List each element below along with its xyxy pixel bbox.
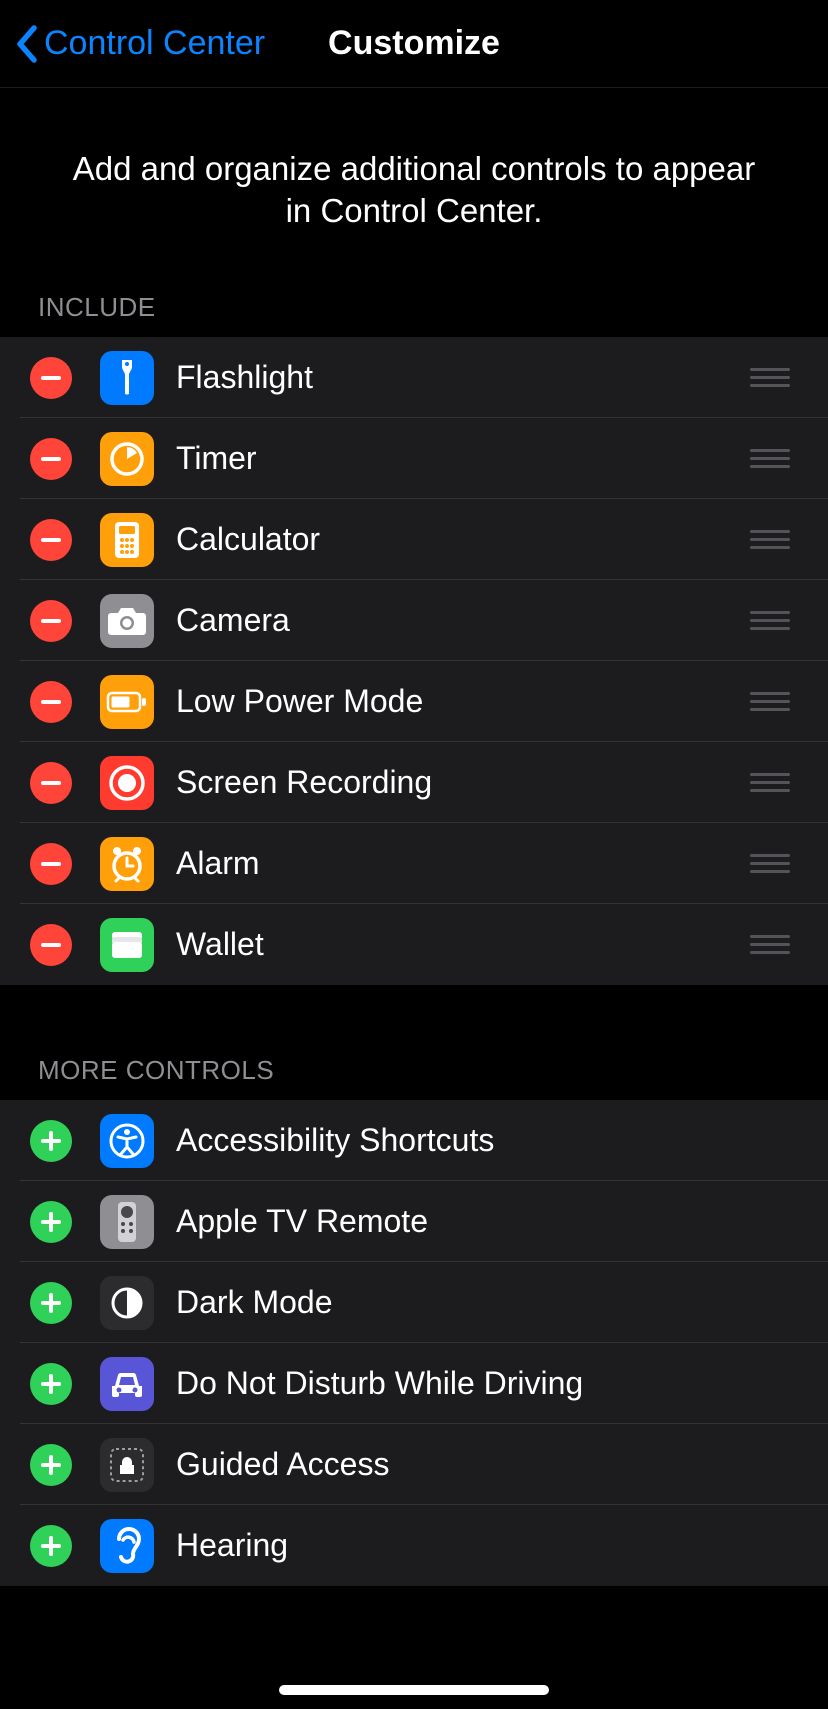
row-label: Dark Mode [176,1284,828,1321]
include-row-alarm: Alarm [0,823,828,904]
more-row-hearing: Hearing [0,1505,828,1586]
row-label: Low Power Mode [176,683,750,720]
row-label: Timer [176,440,750,477]
drag-handle[interactable] [750,611,790,630]
drag-handle[interactable] [750,530,790,549]
accessibility-shortcuts-icon [100,1114,154,1168]
navbar: Control Center Customize [0,0,828,88]
include-row-low-power-mode: Low Power Mode [0,661,828,742]
drag-handle[interactable] [750,854,790,873]
dnd-while-driving-icon [100,1357,154,1411]
row-label: Screen Recording [176,764,750,801]
add-button-apple-tv-remote[interactable] [30,1201,72,1243]
include-row-calculator: Calculator [0,499,828,580]
include-row-wallet: Wallet [0,904,828,985]
include-row-timer: Timer [0,418,828,499]
add-button-accessibility-shortcuts[interactable] [30,1120,72,1162]
add-button-guided-access[interactable] [30,1444,72,1486]
apple-tv-remote-icon [100,1195,154,1249]
include-header: Include [0,292,828,337]
hearing-icon [100,1519,154,1573]
add-button-dnd-while-driving[interactable] [30,1363,72,1405]
add-button-dark-mode[interactable] [30,1282,72,1324]
back-button[interactable]: Control Center [14,24,265,64]
wallet-icon [100,918,154,972]
remove-button-camera[interactable] [30,600,72,642]
row-label: Accessibility Shortcuts [176,1122,828,1159]
description-text: Add and organize additional controls to … [0,88,828,292]
more-header: More Controls [0,1055,828,1100]
plus-icon [41,1293,61,1313]
add-button-hearing[interactable] [30,1525,72,1567]
row-label: Flashlight [176,359,750,396]
row-label: Calculator [176,521,750,558]
minus-icon [41,943,61,947]
minus-icon [41,862,61,866]
row-label: Do Not Disturb While Driving [176,1365,828,1402]
camera-icon [100,594,154,648]
include-row-flashlight: Flashlight [0,337,828,418]
plus-icon [41,1536,61,1556]
remove-button-timer[interactable] [30,438,72,480]
row-label: Wallet [176,926,750,963]
include-row-camera: Camera [0,580,828,661]
remove-button-low-power-mode[interactable] [30,681,72,723]
drag-handle[interactable] [750,368,790,387]
home-indicator[interactable] [279,1685,549,1695]
plus-icon [41,1374,61,1394]
remove-button-screen-recording[interactable] [30,762,72,804]
low-power-mode-icon [100,675,154,729]
row-label: Hearing [176,1527,828,1564]
remove-button-wallet[interactable] [30,924,72,966]
alarm-icon [100,837,154,891]
more-row-guided-access: Guided Access [0,1424,828,1505]
minus-icon [41,700,61,704]
more-row-accessibility-shortcuts: Accessibility Shortcuts [0,1100,828,1181]
timer-icon [100,432,154,486]
drag-handle[interactable] [750,935,790,954]
drag-handle[interactable] [750,692,790,711]
remove-button-calculator[interactable] [30,519,72,561]
plus-icon [41,1131,61,1151]
dark-mode-icon [100,1276,154,1330]
row-label: Alarm [176,845,750,882]
minus-icon [41,457,61,461]
include-row-screen-recording: Screen Recording [0,742,828,823]
guided-access-icon [100,1438,154,1492]
screen-recording-icon [100,756,154,810]
page-title: Customize [328,24,500,63]
more-row-apple-tv-remote: Apple TV Remote [0,1181,828,1262]
flashlight-icon [100,351,154,405]
row-label: Guided Access [176,1446,828,1483]
row-label: Apple TV Remote [176,1203,828,1240]
more-row-dark-mode: Dark Mode [0,1262,828,1343]
minus-icon [41,376,61,380]
more-row-dnd-while-driving: Do Not Disturb While Driving [0,1343,828,1424]
plus-icon [41,1455,61,1475]
plus-icon [41,1212,61,1232]
minus-icon [41,781,61,785]
chevron-left-icon [14,24,38,64]
calculator-icon [100,513,154,567]
include-list: Flashlight Timer Calculator Camera Low Power… [0,337,828,985]
remove-button-flashlight[interactable] [30,357,72,399]
back-label: Control Center [44,24,265,63]
drag-handle[interactable] [750,449,790,468]
minus-icon [41,538,61,542]
more-list: Accessibility Shortcuts Apple TV Remote Da… [0,1100,828,1586]
remove-button-alarm[interactable] [30,843,72,885]
drag-handle[interactable] [750,773,790,792]
minus-icon [41,619,61,623]
row-label: Camera [176,602,750,639]
